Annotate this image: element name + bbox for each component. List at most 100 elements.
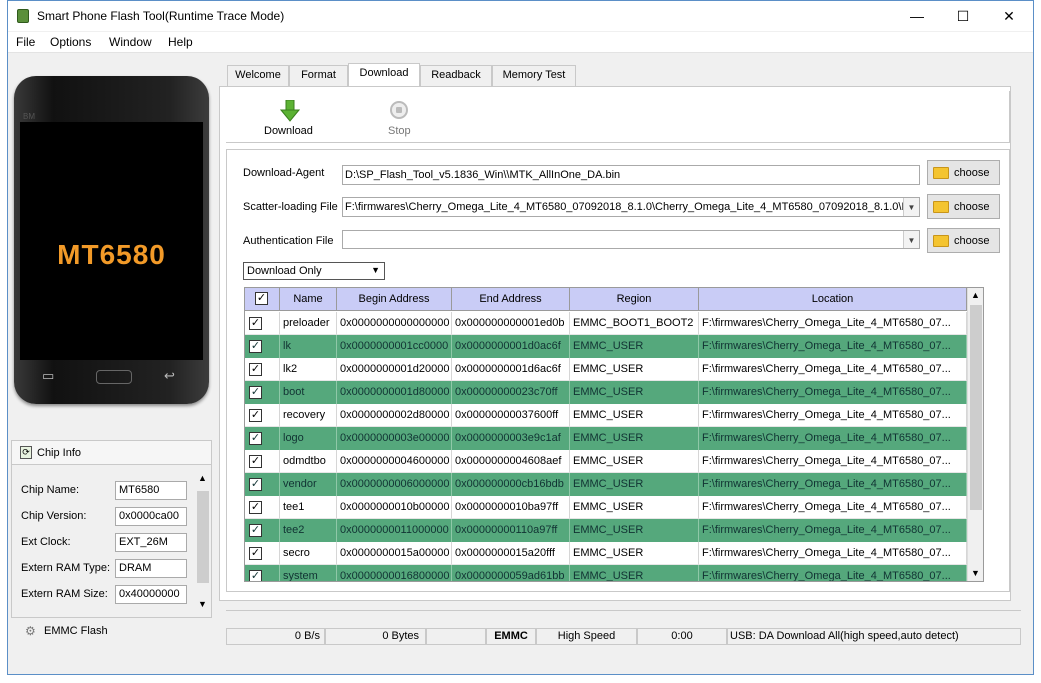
cell-end-address: 0x000000000001ed0b	[452, 312, 570, 335]
row-checkbox[interactable]: ✓	[249, 524, 262, 537]
choose-scatter-button[interactable]: choose	[927, 194, 1000, 219]
cell-begin-address: 0x0000000001d80000	[337, 381, 452, 404]
tab-welcome[interactable]: Welcome	[227, 65, 289, 86]
maximize-button[interactable]: ☐	[940, 1, 986, 31]
cell-name: secro	[280, 542, 337, 565]
menu-window[interactable]: Window	[109, 35, 152, 49]
row-checkbox-cell[interactable]: ✓	[245, 381, 280, 404]
menu-help[interactable]: Help	[168, 35, 193, 49]
cell-begin-address: 0x0000000016800000	[337, 565, 452, 581]
row-checkbox[interactable]: ✓	[249, 455, 262, 468]
tab-memory-test[interactable]: Memory Test	[492, 65, 576, 86]
scatter-file-input[interactable]: F:\firmwares\Cherry_Omega_Lite_4_MT6580_…	[342, 197, 920, 217]
menu-key-icon: ▭	[42, 368, 55, 383]
minimize-button[interactable]: —	[894, 1, 940, 31]
stop-icon[interactable]	[390, 101, 408, 119]
row-checkbox[interactable]: ✓	[249, 317, 262, 330]
scroll-thumb[interactable]	[970, 305, 982, 510]
chip-info-panel: ⟳ Chip Info Chip Name: MT6580 Chip Versi…	[11, 440, 212, 618]
cell-location: F:\firmwares\Cherry_Omega_Lite_4_MT6580_…	[699, 427, 967, 450]
column-header-location[interactable]: Location	[699, 288, 967, 311]
cell-end-address: 0x0000000010ba97ff	[452, 496, 570, 519]
cell-location: F:\firmwares\Cherry_Omega_Lite_4_MT6580_…	[699, 335, 967, 358]
cell-name: logo	[280, 427, 337, 450]
chevron-down-icon[interactable]: ▼	[903, 198, 919, 216]
row-checkbox-cell[interactable]: ✓	[245, 565, 280, 581]
cell-begin-address: 0x0000000010b00000	[337, 496, 452, 519]
tab-readback[interactable]: Readback	[420, 65, 492, 86]
cell-begin-address: 0x0000000001d20000	[337, 358, 452, 381]
menu-options[interactable]: Options	[50, 35, 91, 49]
select-all-cell[interactable]: ✓	[245, 288, 280, 311]
row-checkbox-cell[interactable]: ✓	[245, 312, 280, 335]
row-checkbox-cell[interactable]: ✓	[245, 450, 280, 473]
select-all-checkbox[interactable]: ✓	[255, 292, 268, 305]
chevron-down-icon[interactable]: ▼	[903, 231, 919, 248]
row-checkbox[interactable]: ✓	[249, 501, 262, 514]
row-checkbox[interactable]: ✓	[249, 340, 262, 353]
cell-begin-address: 0x0000000000000000	[337, 312, 452, 335]
download-mode-select[interactable]: Download Only ▼	[243, 262, 385, 280]
column-header-region[interactable]: Region	[570, 288, 699, 311]
scroll-down-icon[interactable]: ▼	[971, 568, 980, 578]
ram-size-value: 0x40000000	[115, 585, 187, 604]
scroll-down-icon[interactable]: ▼	[198, 599, 207, 609]
cell-end-address: 0x0000000003e9c1af	[452, 427, 570, 450]
scroll-thumb[interactable]	[197, 491, 209, 583]
table-row[interactable]: ✓ recovery 0x0000000002d80000 0x00000000037…	[245, 404, 967, 427]
row-checkbox-cell[interactable]: ✓	[245, 473, 280, 496]
choose-download-agent-button[interactable]: choose	[927, 160, 1000, 185]
scroll-up-icon[interactable]: ▲	[971, 290, 980, 300]
cell-end-address: 0x0000000004608aef	[452, 450, 570, 473]
row-checkbox[interactable]: ✓	[249, 386, 262, 399]
row-checkbox[interactable]: ✓	[249, 432, 262, 445]
auth-file-input[interactable]: ▼	[342, 230, 920, 249]
table-row[interactable]: ✓ tee2 0x0000000011000000 0x00000000110a97f…	[245, 519, 967, 542]
row-checkbox[interactable]: ✓	[249, 570, 262, 581]
column-header-begin[interactable]: Begin Address	[337, 288, 452, 311]
chip-info-icon: ⟳	[20, 446, 32, 459]
table-row[interactable]: ✓ secro 0x0000000015a00000 0x0000000015a20f…	[245, 542, 967, 565]
column-header-end[interactable]: End Address	[452, 288, 570, 311]
table-row[interactable]: ✓ odmdtbo 0x0000000004600000 0x000000000460…	[245, 450, 967, 473]
cell-begin-address: 0x0000000004600000	[337, 450, 452, 473]
stop-button[interactable]: Stop	[388, 125, 411, 137]
table-row[interactable]: ✓ preloader 0x0000000000000000 0x0000000000…	[245, 312, 967, 335]
table-row[interactable]: ✓ vendor 0x0000000006000000 0x000000000cb16…	[245, 473, 967, 496]
column-header-name[interactable]: Name	[280, 288, 337, 311]
row-checkbox[interactable]: ✓	[249, 409, 262, 422]
cell-region: EMMC_USER	[570, 381, 699, 404]
scroll-up-icon[interactable]: ▲	[198, 473, 207, 483]
download-button[interactable]: Download	[264, 125, 313, 137]
table-row[interactable]: ✓ logo 0x0000000003e00000 0x0000000003e9c1a…	[245, 427, 967, 450]
download-agent-input[interactable]: D:\SP_Flash_Tool_v5.1836_Win\\MTK_AllInO…	[342, 165, 920, 185]
download-arrow-icon[interactable]	[279, 99, 301, 122]
table-scrollbar[interactable]: ▲ ▼	[967, 288, 983, 581]
close-button[interactable]: ✕	[986, 1, 1032, 31]
row-checkbox-cell[interactable]: ✓	[245, 335, 280, 358]
tab-download[interactable]: Download	[348, 63, 420, 87]
row-checkbox-cell[interactable]: ✓	[245, 496, 280, 519]
row-checkbox-cell[interactable]: ✓	[245, 427, 280, 450]
download-toolbar	[226, 91, 1010, 143]
menu-file[interactable]: File	[16, 35, 35, 49]
row-checkbox-cell[interactable]: ✓	[245, 358, 280, 381]
choose-auth-button[interactable]: choose	[927, 228, 1000, 253]
row-checkbox[interactable]: ✓	[249, 478, 262, 491]
tab-format[interactable]: Format	[289, 65, 348, 86]
emmc-flash-panel[interactable]: ⚙ EMMC Flash	[11, 620, 212, 642]
cell-name: tee2	[280, 519, 337, 542]
cell-end-address: 0x00000000037600ff	[452, 404, 570, 427]
table-row[interactable]: ✓ boot 0x0000000001d80000 0x00000000023c70f…	[245, 381, 967, 404]
table-row[interactable]: ✓ lk2 0x0000000001d20000 0x0000000001d6ac6f…	[245, 358, 967, 381]
row-checkbox[interactable]: ✓	[249, 363, 262, 376]
row-checkbox[interactable]: ✓	[249, 547, 262, 560]
table-row[interactable]: ✓ system 0x0000000016800000 0x0000000059ad6…	[245, 565, 967, 581]
row-checkbox-cell[interactable]: ✓	[245, 519, 280, 542]
row-checkbox-cell[interactable]: ✓	[245, 542, 280, 565]
row-checkbox-cell[interactable]: ✓	[245, 404, 280, 427]
chip-info-scrollbar[interactable]: ▲ ▼	[196, 473, 210, 613]
table-row[interactable]: ✓ lk 0x0000000001cc0000 0x0000000001d0ac6f E…	[245, 335, 967, 358]
table-row[interactable]: ✓ tee1 0x0000000010b00000 0x0000000010ba97f…	[245, 496, 967, 519]
title-bar[interactable]: Smart Phone Flash Tool(Runtime Trace Mod…	[8, 1, 1033, 31]
